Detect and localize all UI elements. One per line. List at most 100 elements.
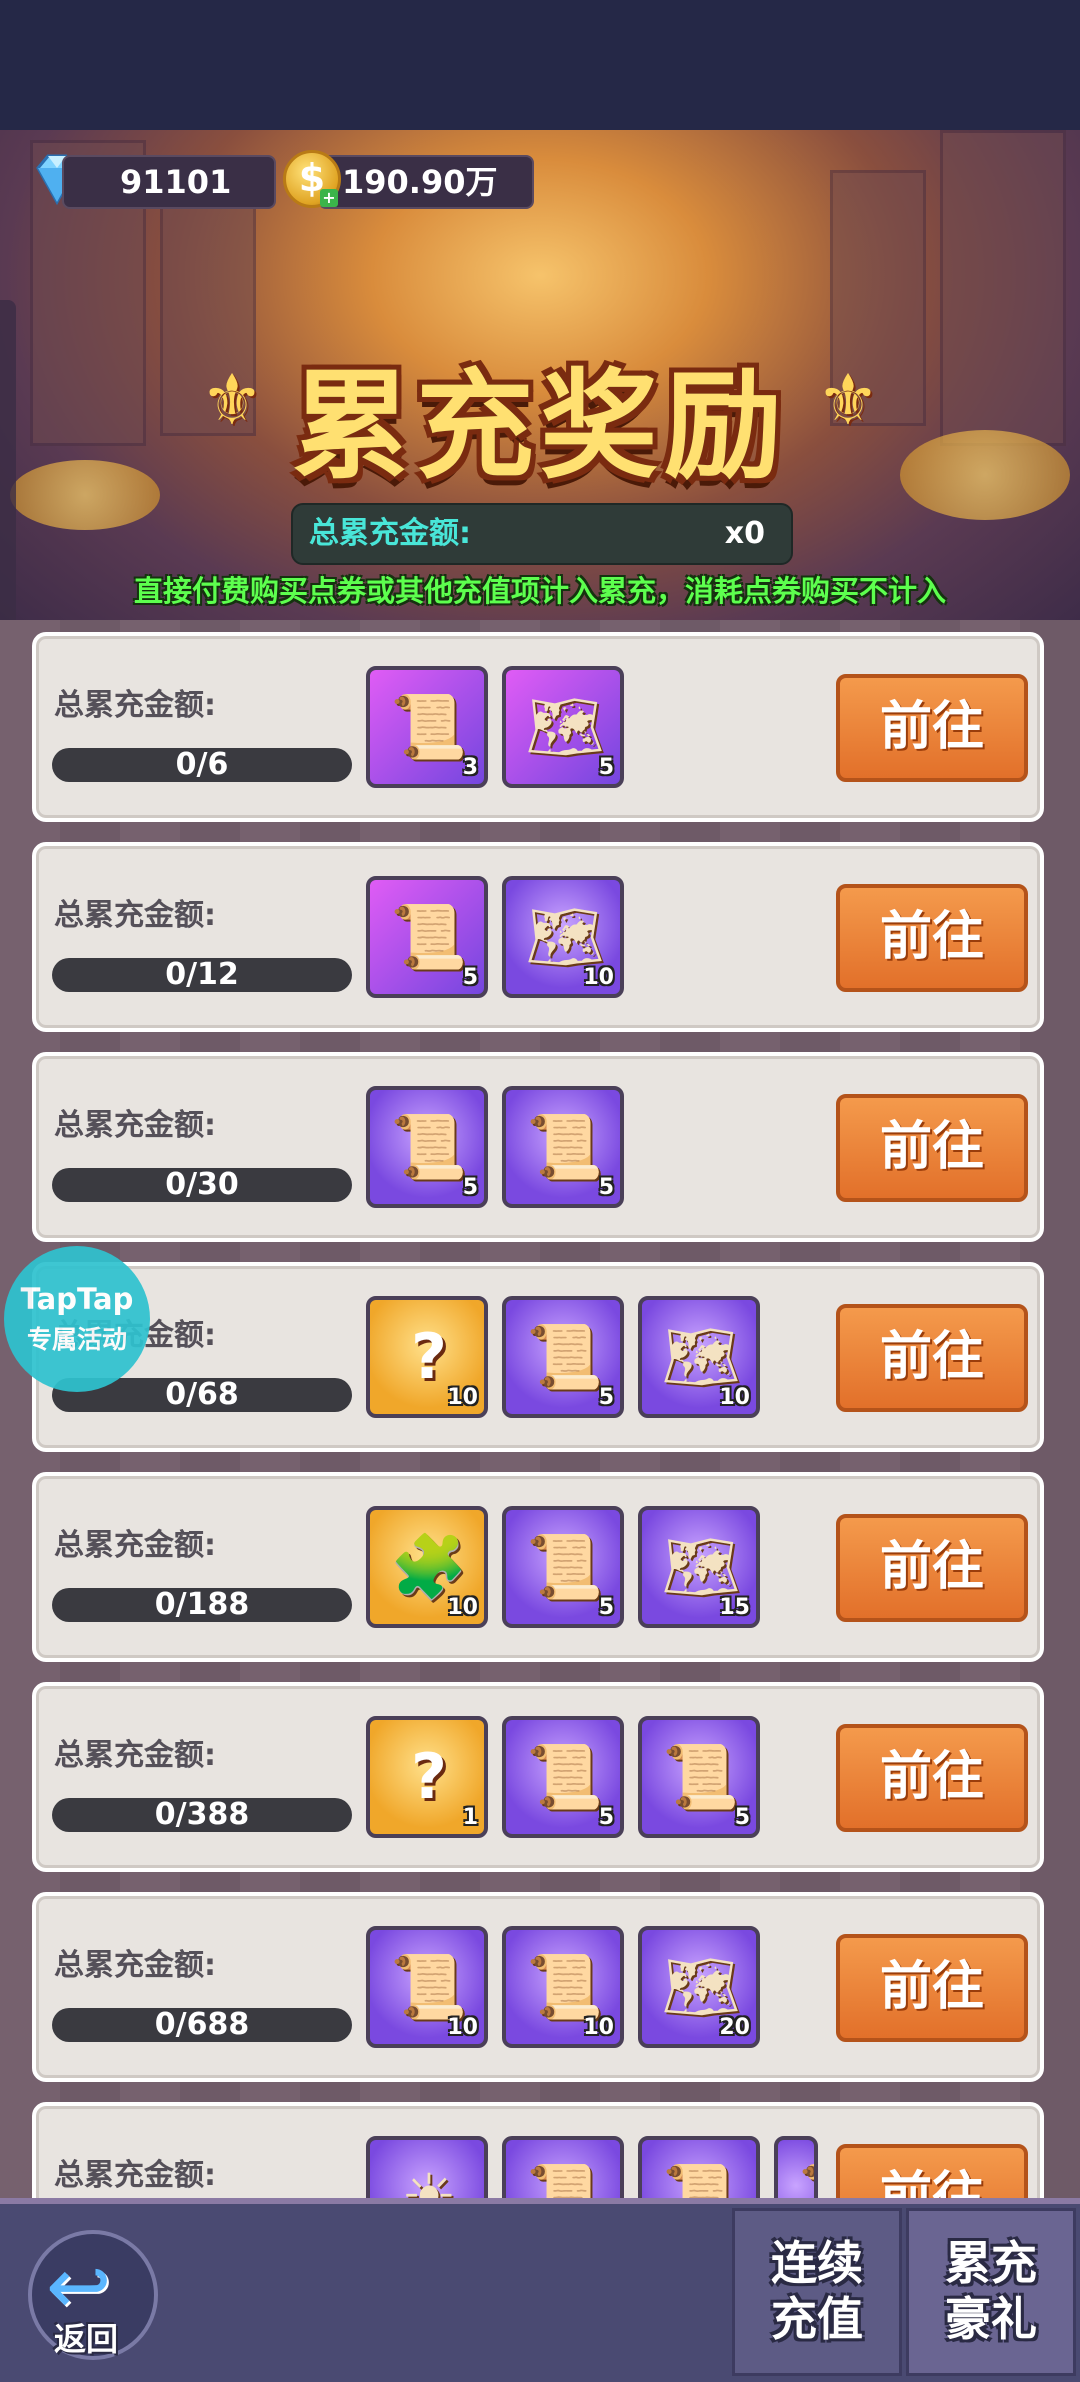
reward-item[interactable]: 🧩 10 [366,1506,488,1628]
reward-item[interactable]: 📜 5 [502,1716,624,1838]
tier-label: 总累充金额: [54,1948,216,1983]
reward-item[interactable]: 🗺 15 [638,1506,760,1628]
reward-count: 5 [598,1805,614,1830]
reward-item[interactable]: ? 1 [366,1716,488,1838]
tier-label: 总累充金额: [54,1528,216,1563]
reward-tier-card: 总累充金额: 0/30 📜 5 📜 5 前往 [32,1052,1044,1242]
go-button[interactable]: 前往 [836,2144,1028,2200]
reward-count: 5 [462,965,478,990]
reward-item[interactable]: 📜 [774,2136,818,2200]
back-label: 返回 [54,2320,119,2358]
gem-balance: 91101 [62,155,276,209]
reward-item[interactable]: 📜 5 [502,1506,624,1628]
scroll-icon: 📜 [526,1320,604,1393]
reward-item[interactable]: 🗺 10 [502,876,624,998]
taptap-badge-subtitle: 专属活动 [26,1325,127,1354]
gem-scroll-icon: 📜 [662,2160,740,2200]
tier-label: 总累充金额: [54,1108,216,1143]
taptap-badge-title: TapTap [20,1282,134,1316]
reward-item[interactable]: 🗺 20 [638,1926,760,2048]
reward-tier-list[interactable]: 总累充金额: 0/6 📜 3 🗺 5 前往 总累充金额: 0/12 📜 5 🗺 10 前往 总累充金额: 0/… [0,620,1080,2200]
reward-item[interactable]: 📜 3 [366,666,488,788]
reward-item[interactable]: 📜 10 [502,1926,624,2048]
reward-tier-card: 总累充金额: ☀ 📜 📜 📜 前往 [32,2102,1044,2200]
top-status-bar [0,0,1080,134]
tier-label: 总累充金额: [54,2158,216,2193]
tier-progress: 0/188 [52,1588,352,1622]
reward-tier-card: 总累充金额: 0/6 📜 3 🗺 5 前往 [32,632,1044,822]
go-button[interactable]: 前往 [836,1724,1028,1832]
reward-item[interactable]: 📜 5 [366,876,488,998]
sun-emblem-icon: ☀ [401,2160,457,2200]
reward-tier-card: 总累充金额:0/68?10📜5🗺10前往 [32,1262,1044,1452]
tier-label: 总累充金额: [54,898,216,933]
reward-count: 10 [719,1385,750,1410]
coin-icon[interactable]: $ + [283,150,341,208]
gem-scroll-icon: 📜 [390,1110,468,1183]
reward-count: 10 [583,2015,614,2040]
mystery-badge-icon: ? [411,1740,447,1813]
reward-count: 5 [598,755,614,780]
reward-count: 10 [447,1595,478,1620]
scroll-icon: 📜 [390,900,468,973]
scroll-icon: 📜 [526,1740,604,1813]
reward-item[interactable]: 📜 5 [502,1086,624,1208]
scroll-icon: 📜 [526,2160,604,2200]
go-button[interactable]: 前往 [836,884,1028,992]
tier-label: 总累充金额: [54,688,216,723]
reward-count: 5 [598,1175,614,1200]
reward-tier-card: 总累充金额: 0/388? 1 📜 5 📜 5 前往 [32,1682,1044,1872]
tier-progress: 0/388 [52,1798,352,1832]
reward-item[interactable]: 📜 5 [638,1716,760,1838]
reward-item[interactable]: 🗺 5 [502,666,624,788]
coin-amount: 190.90万 [342,163,498,201]
total-recharge-value: x0 [724,516,765,551]
scroll-icon: 📜 [792,2152,814,2200]
reward-count: 1 [462,1805,478,1830]
reward-item[interactable]: 📜 5 [502,1296,624,1418]
go-button[interactable]: 前往 [836,1514,1028,1622]
gem-scroll-icon: 📜 [662,1740,740,1813]
reward-item[interactable]: 📜 [502,2136,624,2200]
page-title: 累充奖励 [291,357,788,495]
blueprint-scroll-icon: 🗺 [525,690,605,763]
reward-count: 10 [447,2015,478,2040]
go-button[interactable]: 前往 [836,674,1028,782]
tier-label: 总累充金额: [54,1738,216,1773]
reward-count: 5 [598,1385,614,1410]
total-recharge-label: 总累充金额: [309,516,471,551]
tier-progress: 0/6 [52,748,352,782]
tab-cumulative-gifts[interactable]: 累充 豪礼 [906,2208,1076,2376]
reward-count: 10 [447,1385,478,1410]
total-recharge-bar: 总累充金额: x0 [291,503,793,565]
reward-item[interactable]: ? 10 [366,1296,488,1418]
gem-amount: 91101 [120,163,232,201]
reward-tier-card: 总累充金额: 0/188 🧩 10 📜 5 🗺 15 前往 [32,1472,1044,1662]
reward-item[interactable]: 📜 [638,2136,760,2200]
scroll-icon: 📜 [390,690,468,763]
tab-continuous-recharge[interactable]: 连续 充值 [732,2208,902,2376]
reward-item[interactable]: 🗺 10 [638,1296,760,1418]
reward-tier-card: 总累充金额: 0/688 📜 10 📜 10 🗺 20 前往 [32,1892,1044,2082]
recharge-notice: 直接付费购买点券或其他充值项计入累充，消耗点券购买不计入 [133,574,946,608]
tier-progress: 0/688 [52,2008,352,2042]
reward-item[interactable]: 📜 10 [366,1926,488,2048]
reward-count: 10 [583,965,614,990]
scroll-icon: 📜 [526,1110,604,1183]
back-button[interactable]: ↩ 返回 [28,2230,158,2360]
reward-count: 20 [719,2015,750,2040]
reward-tier-card: 总累充金额: 0/12 📜 5 🗺 10 前往 [32,842,1044,1032]
reward-item[interactable]: ☀ [366,2136,488,2200]
go-button[interactable]: 前往 [836,1304,1028,1412]
tier-progress: 0/30 [52,1168,352,1202]
go-button[interactable]: 前往 [836,1094,1028,1202]
taptap-exclusive-badge[interactable]: TapTap 专属活动 [4,1246,150,1392]
go-button[interactable]: 前往 [836,1934,1028,2042]
tier-progress: 0/12 [52,958,352,992]
coin-balance: 190.90万 [318,155,534,209]
reward-item[interactable]: 📜 5 [366,1086,488,1208]
gem-scroll-icon: 📜 [526,1530,604,1603]
reward-count: 3 [462,755,478,780]
reward-count: 5 [734,1805,750,1830]
reward-count: 5 [462,1175,478,1200]
